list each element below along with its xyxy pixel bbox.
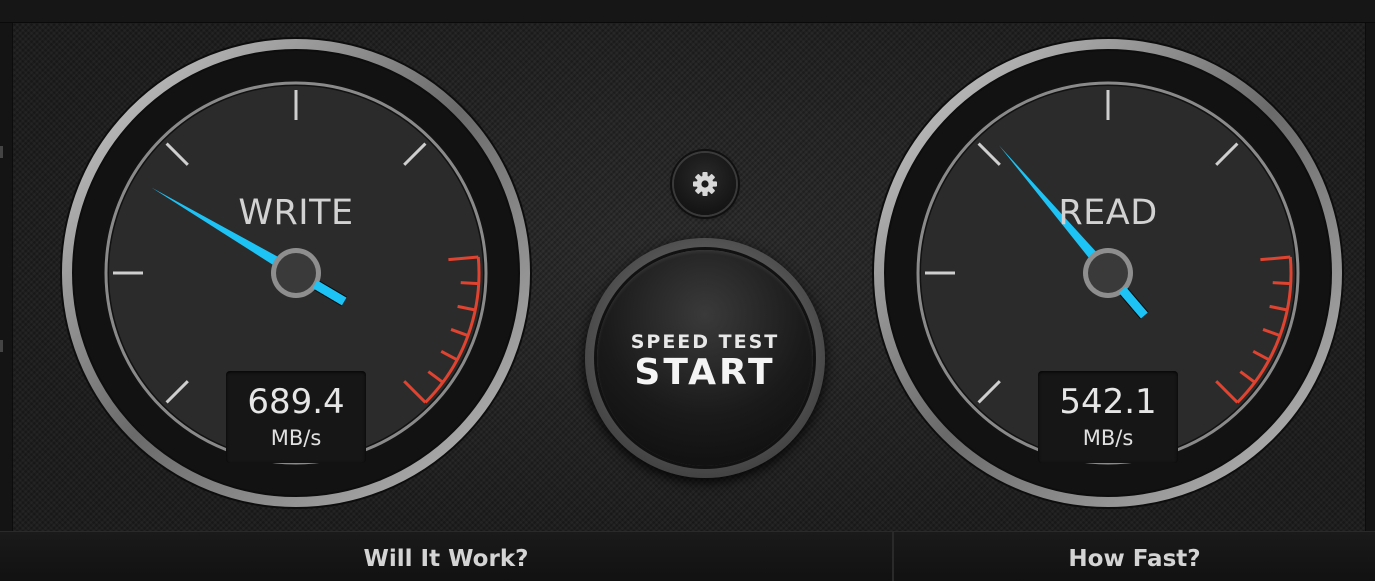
settings-button[interactable]: [674, 153, 736, 215]
gear-icon: [693, 172, 717, 196]
how-fast-tab[interactable]: How Fast?: [894, 532, 1375, 581]
edge-marker: [0, 340, 3, 352]
read-value: 542.1: [1059, 382, 1157, 422]
main-panel: WRITE 689.4 MB/s SPEED TEST START READ 5…: [12, 23, 1366, 531]
speed-test-start-button[interactable]: SPEED TEST START: [585, 238, 825, 478]
bottom-bar: Will It Work? How Fast?: [0, 531, 1375, 581]
hub-cap: [1088, 253, 1128, 293]
redline-tick: [460, 281, 479, 286]
read-unit: MB/s: [1082, 426, 1134, 450]
read-gauge: READ 542.1 MB/s: [863, 23, 1353, 533]
read-readout: 542.1 MB/s: [1038, 371, 1178, 463]
start-button-face: SPEED TEST START: [597, 250, 813, 466]
write-value: 689.4: [247, 382, 345, 422]
redline-tick: [1272, 281, 1291, 286]
write-gauge-label: WRITE: [238, 193, 354, 233]
start-button-label: START: [634, 352, 776, 393]
write-readout: 689.4 MB/s: [226, 371, 366, 463]
read-gauge-label: READ: [1058, 193, 1158, 233]
title-strip: [0, 0, 1375, 23]
hub-cap: [276, 253, 316, 293]
edge-marker: [0, 146, 3, 158]
start-button-caption: SPEED TEST: [630, 331, 780, 353]
will-it-work-tab[interactable]: Will It Work?: [0, 532, 894, 581]
write-gauge: WRITE 689.4 MB/s: [51, 23, 541, 533]
write-unit: MB/s: [270, 426, 322, 450]
app-window: WRITE 689.4 MB/s SPEED TEST START READ 5…: [0, 0, 1375, 581]
